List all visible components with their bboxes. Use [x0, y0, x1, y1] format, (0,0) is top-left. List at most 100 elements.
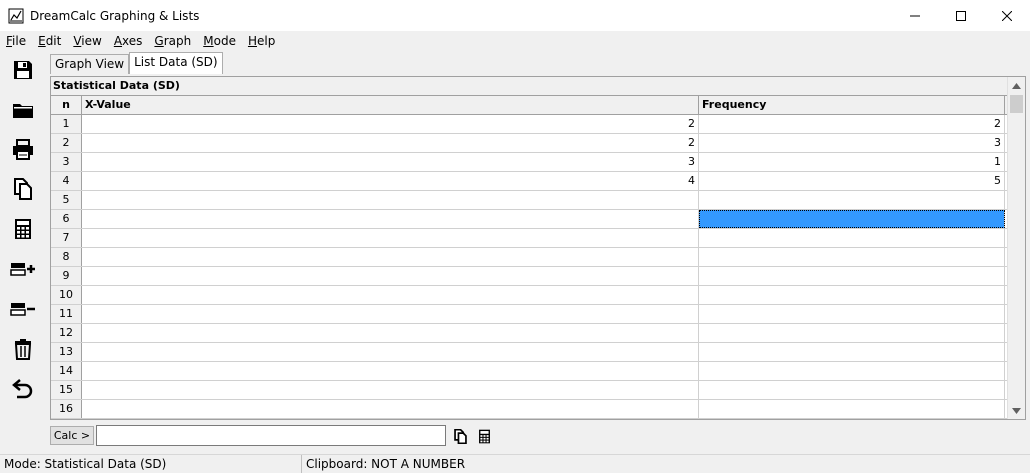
row-number[interactable]: 6	[51, 210, 82, 228]
window-title: DreamCalc Graphing & Lists	[30, 8, 200, 23]
x-value-cell[interactable]	[82, 305, 699, 323]
row-number[interactable]: 4	[51, 172, 82, 190]
status-mode: Mode: Statistical Data (SD)	[0, 455, 302, 473]
x-value-cell[interactable]	[82, 400, 699, 418]
close-button[interactable]	[984, 0, 1030, 31]
table-row: 15	[51, 381, 1007, 400]
row-number[interactable]: 13	[51, 343, 82, 361]
delete-button[interactable]	[6, 332, 40, 366]
x-value-cell[interactable]	[82, 362, 699, 380]
row-number[interactable]: 12	[51, 324, 82, 342]
x-value-cell[interactable]	[82, 191, 699, 209]
row-number[interactable]: 2	[51, 134, 82, 152]
x-value-cell[interactable]	[82, 343, 699, 361]
menu-help[interactable]: Help	[242, 31, 281, 51]
app-graph-icon	[8, 8, 24, 23]
calc-copy-button[interactable]	[451, 427, 469, 445]
menu-view[interactable]: View	[67, 31, 107, 51]
row-number[interactable]: 14	[51, 362, 82, 380]
row-number[interactable]: 16	[51, 400, 82, 418]
copy-button[interactable]	[6, 172, 40, 206]
add-row-button[interactable]	[6, 252, 40, 286]
row-number[interactable]: 11	[51, 305, 82, 323]
frequency-cell[interactable]	[699, 343, 1005, 361]
scroll-down-button[interactable]	[1008, 402, 1025, 419]
table-row: 445	[51, 172, 1007, 191]
maximize-button[interactable]	[938, 0, 984, 31]
row-number[interactable]: 10	[51, 286, 82, 304]
menu-file[interactable]: File	[0, 31, 32, 51]
scroll-thumb[interactable]	[1010, 95, 1023, 113]
x-value-cell[interactable]: 2	[82, 115, 699, 133]
row-number[interactable]: 15	[51, 381, 82, 399]
calculator-icon	[15, 219, 31, 239]
menu-mode[interactable]: Mode	[197, 31, 242, 51]
x-value-cell[interactable]	[82, 381, 699, 399]
x-value-cell[interactable]	[82, 210, 699, 228]
column-header-n[interactable]: n	[51, 96, 82, 114]
frequency-cell[interactable]	[699, 286, 1005, 304]
frequency-cell[interactable]	[699, 229, 1005, 247]
menu-edit[interactable]: Edit	[32, 31, 67, 51]
x-value-cell[interactable]	[82, 286, 699, 304]
x-value-cell[interactable]: 2	[82, 134, 699, 152]
menu-axes[interactable]: Axes	[108, 31, 149, 51]
frequency-cell[interactable]	[699, 267, 1005, 285]
frequency-cell[interactable]: 3	[699, 134, 1005, 152]
table-row: 5	[51, 191, 1007, 210]
menu-bar: File Edit View Axes Graph Mode Help	[0, 31, 1030, 51]
row-number[interactable]: 1	[51, 115, 82, 133]
row-number[interactable]: 5	[51, 191, 82, 209]
frequency-cell[interactable]	[699, 381, 1005, 399]
frequency-cell[interactable]	[699, 305, 1005, 323]
print-button[interactable]	[6, 133, 40, 167]
frequency-cell[interactable]: 1	[699, 153, 1005, 171]
menu-graph[interactable]: Graph	[148, 31, 197, 51]
save-button[interactable]	[6, 53, 40, 87]
frequency-cell[interactable]	[699, 400, 1005, 418]
vertical-scrollbar[interactable]	[1007, 77, 1025, 419]
row-number[interactable]: 7	[51, 229, 82, 247]
row-number[interactable]: 9	[51, 267, 82, 285]
row-number[interactable]: 3	[51, 153, 82, 171]
calc-input[interactable]	[96, 425, 446, 446]
print-icon	[13, 139, 33, 160]
tab-list-data[interactable]: List Data (SD)	[129, 52, 223, 74]
frequency-cell[interactable]	[699, 248, 1005, 266]
x-value-cell[interactable]	[82, 267, 699, 285]
calculator-button[interactable]	[6, 212, 40, 246]
frequency-cell-selected[interactable]	[699, 210, 1005, 228]
x-value-cell[interactable]: 3	[82, 153, 699, 171]
x-value-cell[interactable]	[82, 324, 699, 342]
table-row: 11	[51, 305, 1007, 324]
x-value-cell[interactable]	[82, 248, 699, 266]
minimize-button[interactable]	[892, 0, 938, 31]
close-icon	[1002, 10, 1012, 21]
open-folder-icon	[13, 104, 33, 118]
grid-title: Statistical Data (SD)	[51, 77, 1007, 96]
calc-button[interactable]: Calc >	[50, 426, 94, 445]
column-header-frequency[interactable]: Frequency	[699, 96, 1005, 114]
trash-icon	[14, 339, 32, 360]
frequency-cell[interactable]	[699, 362, 1005, 380]
table-row: 122	[51, 115, 1007, 134]
frequency-cell[interactable]	[699, 324, 1005, 342]
table-row: 13	[51, 343, 1007, 362]
frequency-cell[interactable]	[699, 191, 1005, 209]
remove-row-button[interactable]	[6, 292, 40, 326]
tab-graph-view[interactable]: Graph View	[50, 54, 130, 74]
column-header-x-value[interactable]: X-Value	[82, 96, 699, 114]
x-value-cell[interactable]: 4	[82, 172, 699, 190]
frequency-cell[interactable]: 5	[699, 172, 1005, 190]
undo-button[interactable]	[6, 371, 40, 405]
status-clipboard: Clipboard: NOT A NUMBER	[306, 457, 466, 471]
minimize-icon	[910, 15, 920, 16]
status-bar: Mode: Statistical Data (SD) Clipboard: N…	[0, 454, 1030, 473]
x-value-cell[interactable]	[82, 229, 699, 247]
undo-icon	[12, 379, 33, 399]
scroll-up-button[interactable]	[1008, 77, 1025, 94]
calc-calculator-button[interactable]	[475, 427, 493, 445]
open-button[interactable]	[6, 93, 40, 127]
row-number[interactable]: 8	[51, 248, 82, 266]
frequency-cell[interactable]: 2	[699, 115, 1005, 133]
